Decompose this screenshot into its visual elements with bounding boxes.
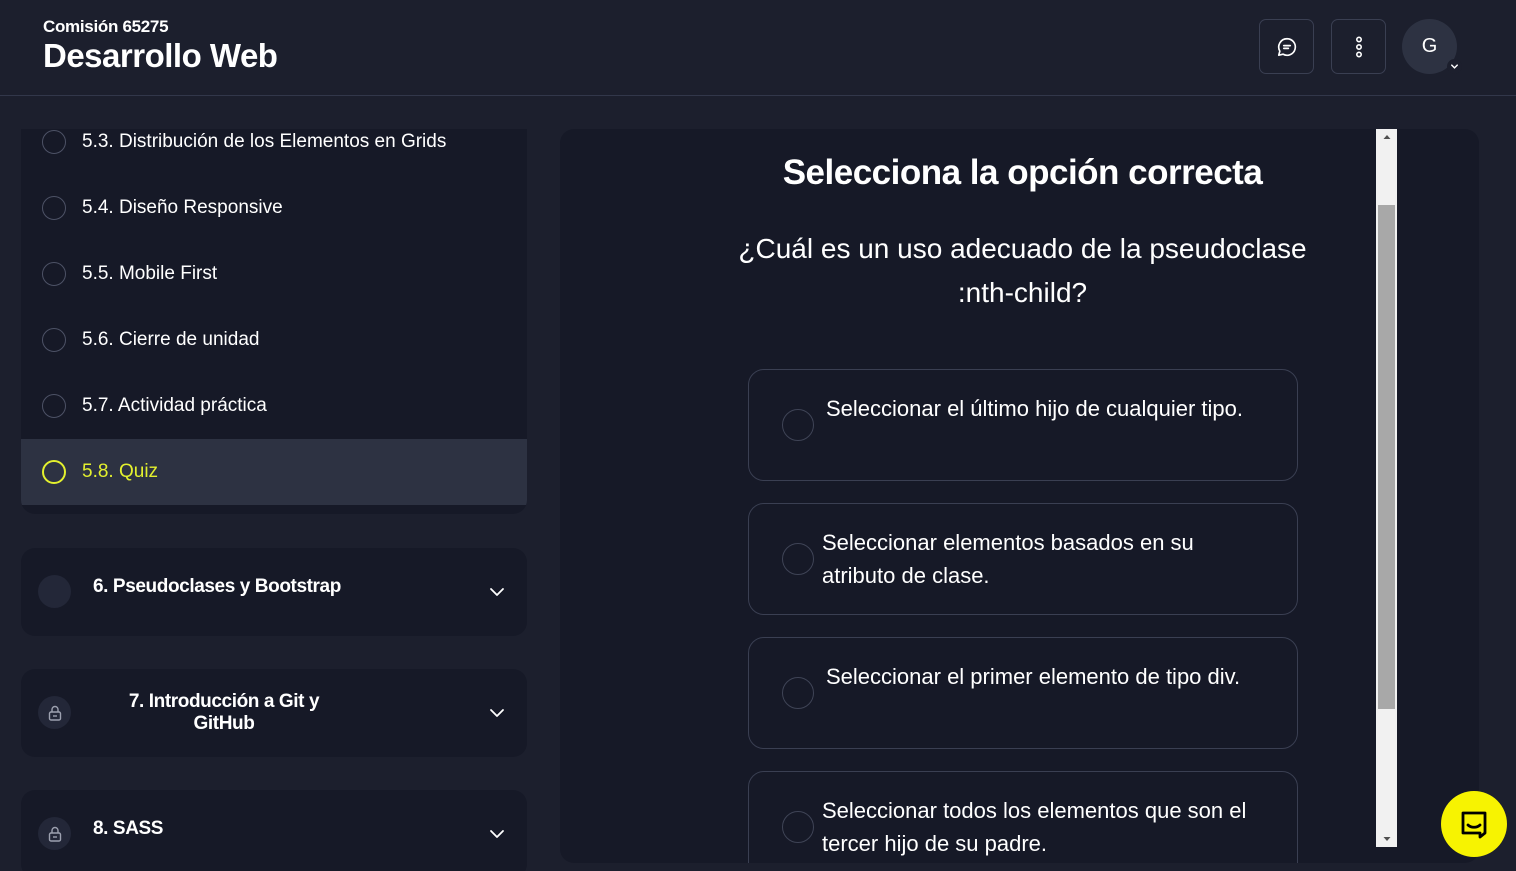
lock-icon [38, 696, 71, 729]
quiz-panel: Selecciona la opción correcta ¿Cuál es u… [560, 129, 1479, 863]
lesson-status-circle-icon [42, 394, 66, 418]
scroll-up-arrow-icon[interactable] [1376, 129, 1397, 145]
lesson-label: 5.6. Cierre de unidad [82, 329, 260, 350]
quiz-scrollbar[interactable] [1376, 129, 1397, 847]
answer-option[interactable]: Seleccionar elementos basados en su atri… [748, 503, 1298, 615]
avatar-initial: G [1421, 35, 1438, 57]
chat-bubble-icon [1277, 37, 1296, 56]
lesson-label: 5.8. Quiz [82, 461, 159, 482]
radio-circle-icon[interactable] [782, 677, 814, 709]
module-8-sass[interactable]: 8. SASS [21, 790, 527, 871]
user-avatar[interactable]: G [1402, 19, 1462, 74]
chevron-down-icon [490, 830, 504, 838]
course-sidebar: 5.3. Distribución de los Elementos en Gr… [21, 129, 527, 871]
chat-support-icon [1461, 811, 1487, 839]
module-7-git[interactable]: 7. Introducción a Git y GitHub [21, 669, 527, 757]
answer-text: Seleccionar elementos basados en su atri… [822, 530, 1194, 588]
chevron-down-icon [490, 588, 504, 596]
course-title: Desarrollo Web [43, 37, 278, 74]
quiz-heading: Selecciona la opción correcta [782, 153, 1263, 192]
lesson-label: 5.7. Actividad práctica [82, 395, 267, 416]
answer-text: Seleccionar todos los elementos que son … [822, 798, 1247, 856]
module-6-pseudoclases[interactable]: 6. Pseudoclases y Bootstrap [21, 548, 527, 636]
module-title: 8. SASS [93, 818, 164, 839]
chevron-down-icon [490, 709, 504, 717]
answer-option[interactable]: Seleccionar todos los elementos que son … [748, 771, 1298, 863]
quiz-question: ¿Cuál es un uso adecuado de la pseudocla… [738, 233, 1307, 308]
lesson-item[interactable]: 5.3. Distribución de los Elementos en Gr… [21, 129, 527, 175]
lesson-item-active[interactable]: 5.8. Quiz [21, 439, 527, 505]
lesson-item[interactable]: 5.4. Diseño Responsive [21, 175, 527, 241]
lesson-label: 5.4. Diseño Responsive [82, 197, 283, 218]
unit-5-lessons: 5.3. Distribución de los Elementos en Gr… [21, 129, 527, 514]
lesson-label: 5.5. Mobile First [82, 263, 218, 284]
module-title: 7. Introducción a Git y GitHub [128, 691, 320, 734]
lesson-status-circle-icon [42, 196, 66, 220]
lesson-status-circle-icon [42, 130, 66, 154]
answer-text: Seleccionar el último hijo de cualquier … [826, 396, 1244, 421]
scroll-down-arrow-icon[interactable] [1376, 831, 1397, 847]
lock-icon [38, 817, 71, 850]
more-options-button[interactable] [1331, 19, 1386, 74]
lesson-item[interactable]: 5.7. Actividad práctica [21, 373, 527, 439]
scrollbar-thumb[interactable] [1378, 205, 1395, 709]
commission-label: Comisión 65275 [43, 17, 169, 36]
lesson-status-circle-icon [42, 328, 66, 352]
circle-icon [38, 575, 71, 608]
answer-text: Seleccionar el primer elemento de tipo d… [826, 664, 1241, 689]
lesson-item[interactable]: 5.5. Mobile First [21, 241, 527, 307]
radio-circle-icon[interactable] [782, 811, 814, 843]
module-title: 6. Pseudoclases y Bootstrap [93, 576, 341, 597]
lesson-label: 5.3. Distribución de los Elementos en Gr… [82, 131, 447, 152]
radio-circle-icon[interactable] [782, 409, 814, 441]
answer-option[interactable]: Seleccionar el primer elemento de tipo d… [748, 637, 1298, 749]
lesson-status-circle-icon [42, 460, 66, 484]
support-chat-button[interactable] [1441, 791, 1507, 857]
lesson-status-circle-icon [42, 262, 66, 286]
top-header: Comisión 65275 Desarrollo Web G [0, 0, 1516, 96]
lesson-item[interactable]: 5.6. Cierre de unidad [21, 307, 527, 373]
chat-button[interactable] [1259, 19, 1314, 74]
answer-option[interactable]: Seleccionar el último hijo de cualquier … [748, 369, 1298, 481]
radio-circle-icon[interactable] [782, 543, 814, 575]
chevron-down-icon [1447, 59, 1462, 74]
vertical-dots-icon [1355, 35, 1362, 57]
